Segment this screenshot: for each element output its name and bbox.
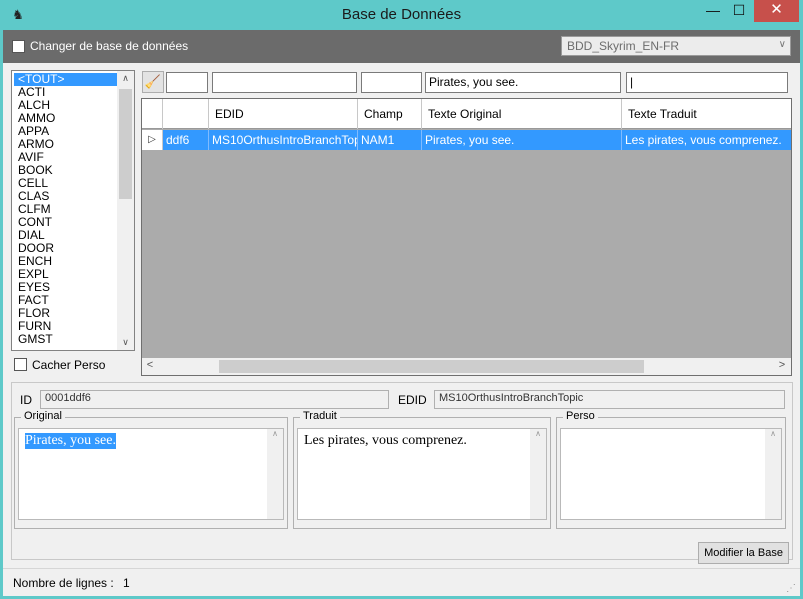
edid-label: EDID [398, 393, 427, 407]
record-type-list[interactable]: <TOUT> ACTI ALCH AMMO APPA ARMO AVIF BOOK CELL CL… [11, 70, 135, 351]
col-traduit[interactable]: Texte Traduit [622, 99, 791, 129]
filter-traduit[interactable]: | [626, 72, 788, 93]
edid-field[interactable]: MS10OrthusIntroBranchTopic [434, 390, 785, 409]
row-count-value: 1 [123, 576, 130, 590]
status-bar: Nombre de lignes : 1 ⋰ [3, 568, 800, 596]
traduit-group: Traduit Les pirates, vous comprenez. ∧ [293, 410, 551, 529]
maximize-button[interactable]: ☐ [726, 0, 752, 22]
cell-id[interactable]: ddf6 [163, 130, 209, 150]
clear-filter-icon[interactable]: 🧹 [142, 71, 164, 93]
cell-edid[interactable]: MS10OrthusIntroBranchTopic [209, 130, 358, 150]
original-group: Original Pirates, you see. ∧ [14, 410, 288, 529]
filter-id[interactable] [166, 72, 208, 93]
title-bar: ♞ Base de Données — ☐ ✕ [0, 0, 803, 30]
row-count-label: Nombre de lignes : [13, 576, 114, 590]
id-field[interactable]: 0001ddf6 [40, 390, 389, 409]
perso-group: Perso ∧ [556, 410, 786, 529]
scroll-left-icon[interactable]: < [144, 359, 156, 371]
grid-header: EDID Champ Texte Original Texte Traduit [142, 99, 791, 129]
row-pointer-icon: ▷ [142, 130, 163, 150]
scroll-right-icon[interactable]: > [776, 359, 788, 371]
client-area: Changer de base de données BDD_Skyrim_EN… [3, 30, 800, 596]
scroll-thumb[interactable] [119, 89, 132, 199]
scroll-up-icon[interactable]: ∧ [117, 73, 134, 84]
col-id[interactable] [163, 99, 209, 129]
minimize-button[interactable]: — [700, 0, 726, 22]
db-select-value: BDD_Skyrim_EN-FR [567, 39, 680, 53]
change-db-checkbox[interactable] [12, 40, 25, 53]
save-database-button[interactable]: Modifier la Base [698, 542, 789, 564]
original-scrollbar[interactable]: ∧ [267, 429, 283, 519]
id-label: ID [20, 393, 32, 407]
scroll-thumb[interactable] [219, 360, 644, 373]
filter-champ[interactable] [361, 72, 422, 93]
original-label: Original [21, 410, 65, 422]
perso-textbox[interactable]: ∧ [560, 428, 782, 520]
filter-edid[interactable] [212, 72, 357, 93]
traduit-text[interactable]: Les pirates, vous comprenez. [304, 433, 467, 449]
db-select[interactable]: BDD_Skyrim_EN-FR ∨ [561, 36, 791, 56]
original-textbox[interactable]: Pirates, you see. ∧ [18, 428, 284, 520]
table-row[interactable]: ▷ ddf6 MS10OrthusIntroBranchTopic NAM1 P… [142, 130, 791, 150]
grid-horizontal-scrollbar[interactable]: < > [142, 358, 791, 375]
original-text[interactable]: Pirates, you see. [25, 433, 116, 449]
type-list-scrollbar[interactable]: ∧ ∨ [117, 71, 134, 350]
perso-scrollbar[interactable]: ∧ [765, 429, 781, 519]
chevron-down-icon: ∨ [778, 39, 786, 50]
database-bar: Changer de base de données BDD_Skyrim_EN… [3, 30, 800, 63]
scroll-down-icon[interactable]: ∨ [117, 337, 134, 348]
cell-traduit[interactable]: Les pirates, vous comprenez. [622, 130, 791, 150]
list-item[interactable]: GMST [14, 333, 118, 346]
window-title: Base de Données [341, 6, 462, 23]
close-button[interactable]: ✕ [754, 0, 799, 22]
col-original[interactable]: Texte Original [422, 99, 622, 129]
hide-perso-checkbox[interactable] [14, 358, 27, 371]
perso-label: Perso [563, 410, 598, 422]
change-db-label: Changer de base de données [30, 39, 189, 53]
col-champ[interactable]: Champ [358, 99, 422, 129]
traduit-scrollbar[interactable]: ∧ [530, 429, 546, 519]
records-grid[interactable]: EDID Champ Texte Original Texte Traduit … [141, 98, 792, 376]
hide-perso-label: Cacher Perso [32, 358, 106, 372]
col-edid[interactable]: EDID [209, 99, 358, 129]
row-header-col [142, 99, 163, 129]
cell-original[interactable]: Pirates, you see. [422, 130, 622, 150]
traduit-label: Traduit [300, 410, 340, 422]
cell-champ[interactable]: NAM1 [358, 130, 422, 150]
filter-original[interactable]: Pirates, you see. [425, 72, 621, 93]
traduit-textbox[interactable]: Les pirates, vous comprenez. ∧ [297, 428, 547, 520]
resize-grip-icon[interactable]: ⋰ [786, 583, 796, 594]
